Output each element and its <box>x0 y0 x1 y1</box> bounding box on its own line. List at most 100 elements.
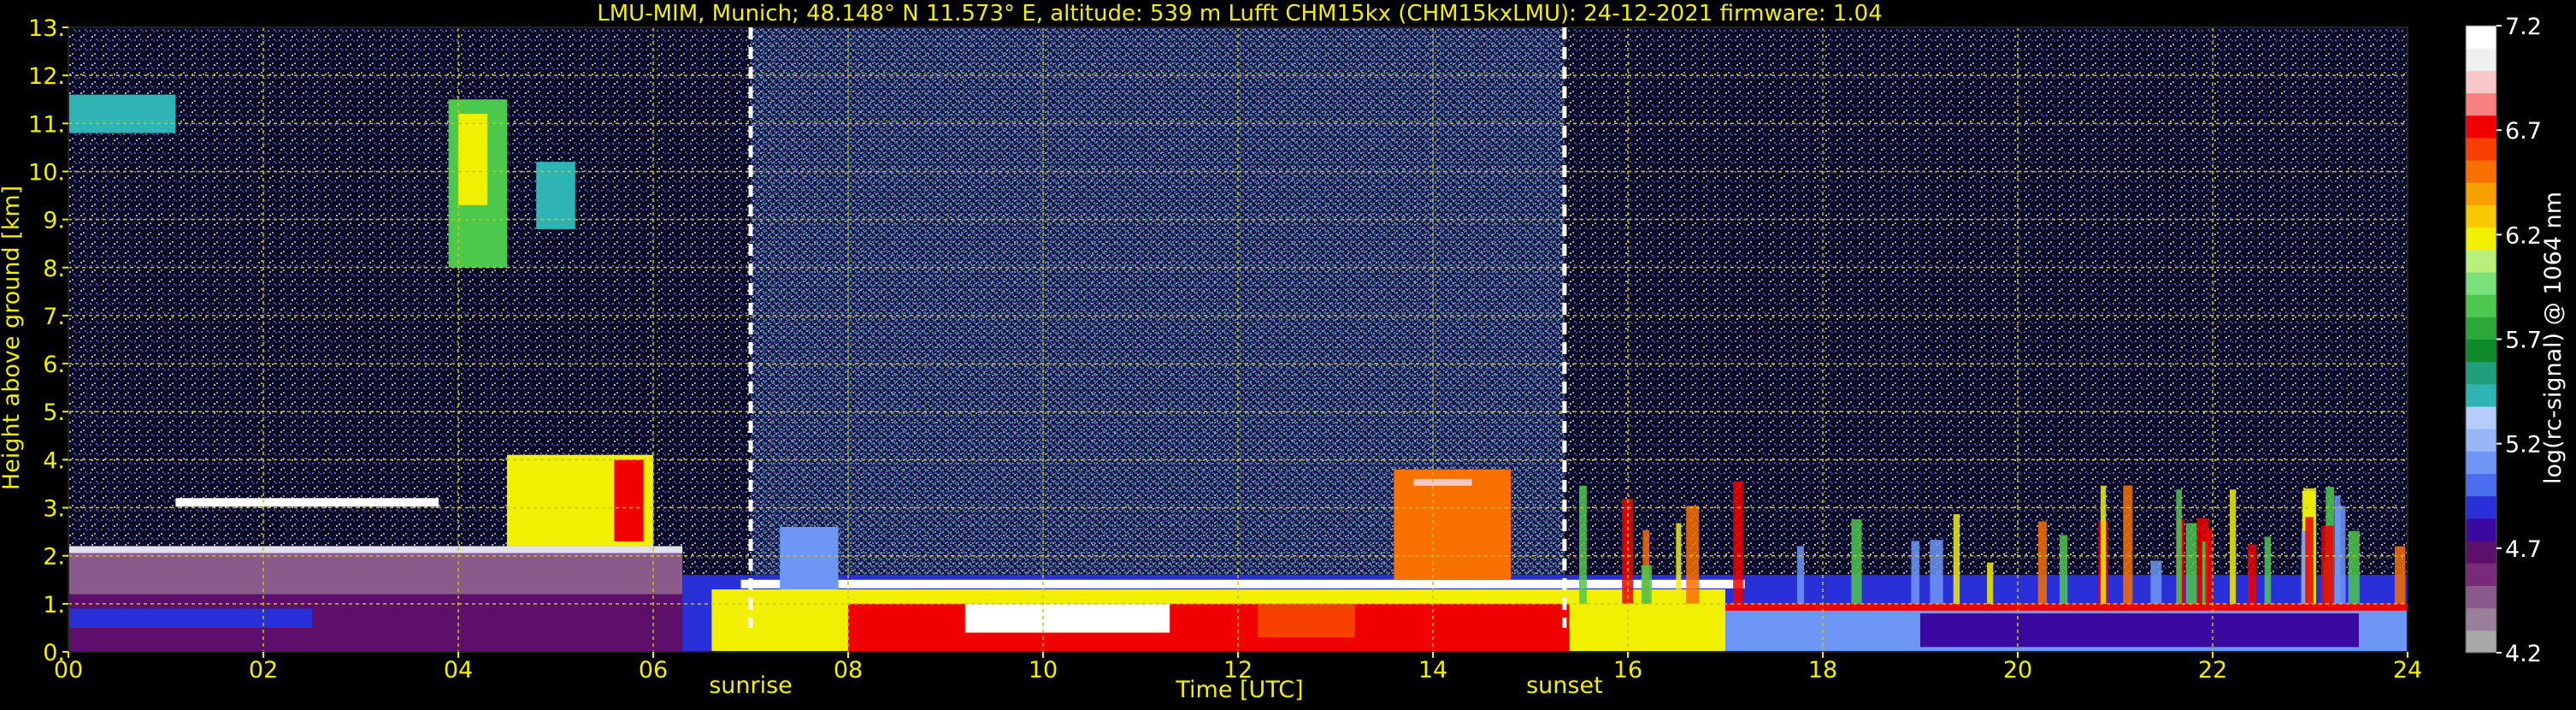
sunset-label: sunset <box>1526 672 1603 699</box>
colorbar-segment <box>2466 317 2496 340</box>
y-tick-label: 7. <box>43 304 65 330</box>
colorbar-segment <box>2466 271 2496 295</box>
colorbar-tick-label: 5.7 <box>2505 328 2542 354</box>
convective-column <box>2037 521 2048 604</box>
x-tick-label: 24 <box>2393 657 2422 683</box>
convective-column <box>1911 541 1920 604</box>
colorbar-tick-label: 7.2 <box>2505 14 2542 40</box>
plot-area <box>68 27 2408 652</box>
evening-layer-core <box>1920 613 2359 648</box>
colorbar-segment <box>2466 70 2496 94</box>
colorbar-segment <box>2466 137 2496 161</box>
convective-column <box>1733 482 1743 604</box>
cirrus-core <box>458 114 488 205</box>
y-tick-label: 12. <box>28 63 65 90</box>
colorbar-segment <box>2466 495 2496 519</box>
x-tick-label: 06 <box>639 657 668 683</box>
colorbar-segment <box>2466 92 2496 116</box>
colorbar-segment <box>2466 26 2496 49</box>
convective-column <box>1796 546 1805 604</box>
convective-column <box>2264 536 2272 604</box>
x-tick-label: 04 <box>444 657 473 683</box>
colorbar-segment <box>2466 339 2496 363</box>
colorbar-segment <box>2466 115 2496 139</box>
colorbar-segment <box>2466 473 2496 497</box>
colorbar-segment <box>2466 451 2496 475</box>
x-tick-label: 02 <box>249 657 278 683</box>
cirrus-early <box>68 94 176 133</box>
colorbar-segment <box>2466 541 2496 564</box>
y-tick-label: 0. <box>43 640 65 666</box>
y-tick-label: 6. <box>43 352 65 378</box>
chart-svg: sunrise sunset LMU-MIM, Munich; 48.148° N… <box>0 1 2567 703</box>
convective-column <box>1686 506 1700 604</box>
convective-column <box>2335 506 2346 604</box>
convective-column <box>1676 523 1682 604</box>
y-tick-label: 2. <box>43 544 65 571</box>
colorbar-segment <box>2466 383 2496 407</box>
y-tick-label: 4. <box>43 447 65 474</box>
cloud-patch-a <box>780 527 839 589</box>
convective-column <box>2348 530 2360 604</box>
colorbar-segment <box>2466 160 2496 183</box>
convective-column <box>2150 560 2162 604</box>
ceilometer-chart: sunrise sunset LMU-MIM, Munich; 48.148° N… <box>0 0 2576 707</box>
colorbar-segment <box>2466 563 2496 586</box>
colorbar-segment <box>2466 630 2496 654</box>
y-axis-ticks: 0. 1. 2. 3. 4. 5. 6. 7. 8. 9. 10. 11. 12. 13. <box>28 15 68 666</box>
x-tick-label: 14 <box>1418 657 1447 683</box>
aerosol-layer-blue <box>68 608 312 628</box>
colorbar-segment <box>2466 249 2496 273</box>
convective-column <box>2123 485 2133 604</box>
convective-column <box>2305 517 2314 604</box>
evening-layer-top <box>1725 603 2408 611</box>
colorbar-tick-label: 6.2 <box>2505 222 2542 249</box>
y-tick-label: 10. <box>28 159 65 186</box>
colorbar-segment <box>2466 406 2496 429</box>
y-tick-label: 13. <box>28 15 65 42</box>
convective-column <box>2185 523 2197 604</box>
x-axis-ticks: 00 02 04 06 08 10 12 14 16 18 20 22 24 <box>54 652 2422 683</box>
convective-column <box>1930 540 1943 604</box>
colorbar-segment <box>2466 182 2496 205</box>
convective-column <box>2205 529 2213 604</box>
chart-title: LMU-MIM, Munich; 48.148° N 11.573° E, al… <box>597 1 1882 27</box>
mid-cloud-line <box>175 498 439 507</box>
convective-column <box>2176 489 2182 604</box>
convective-column <box>1987 562 1994 604</box>
y-tick-label: 8. <box>43 256 65 282</box>
aerosol-layer-top <box>68 546 683 553</box>
x-tick-label: 22 <box>2198 657 2227 683</box>
y-tick-label: 3. <box>43 496 65 523</box>
colorbar-segment <box>2466 518 2496 541</box>
colorbar-segment <box>2466 585 2496 609</box>
colorbar-tick-label: 6.7 <box>2505 118 2542 145</box>
low-cloud-orange <box>1257 603 1355 638</box>
colorbar-segment <box>2466 294 2496 317</box>
colorbar-tick-label: 4.2 <box>2505 641 2542 667</box>
convective-column <box>2248 544 2256 604</box>
colorbar-segment <box>2466 204 2496 228</box>
low-cloud-core-a <box>964 603 1170 633</box>
y-tick-label: 11. <box>28 111 65 138</box>
y-tick-label: 5. <box>43 399 65 426</box>
cloud-tower <box>1394 469 1512 580</box>
cloud-tower-top <box>1413 478 1472 486</box>
convective-column <box>2321 525 2334 604</box>
convective-column <box>2394 546 2406 604</box>
x-tick-label: 08 <box>834 657 863 683</box>
convective-column <box>2059 535 2068 604</box>
y-axis-label: Height above ground [km] <box>0 186 25 490</box>
x-tick-label: 20 <box>2003 657 2032 683</box>
colorbar-segment <box>2466 361 2496 385</box>
convective-column <box>1579 485 1587 604</box>
x-tick-label: 12 <box>1223 657 1253 683</box>
y-tick-label: 9. <box>43 208 65 234</box>
plume-core <box>614 459 644 541</box>
cloud-base-line <box>740 579 1745 589</box>
convective-column <box>1953 513 1960 604</box>
colorbar-label: log(rc-signal) @ 1064 nm <box>2540 192 2567 484</box>
x-tick-label: 10 <box>1029 657 1058 683</box>
colorbar-tick-label: 5.2 <box>2505 432 2542 459</box>
y-tick-label: 1. <box>43 592 65 618</box>
